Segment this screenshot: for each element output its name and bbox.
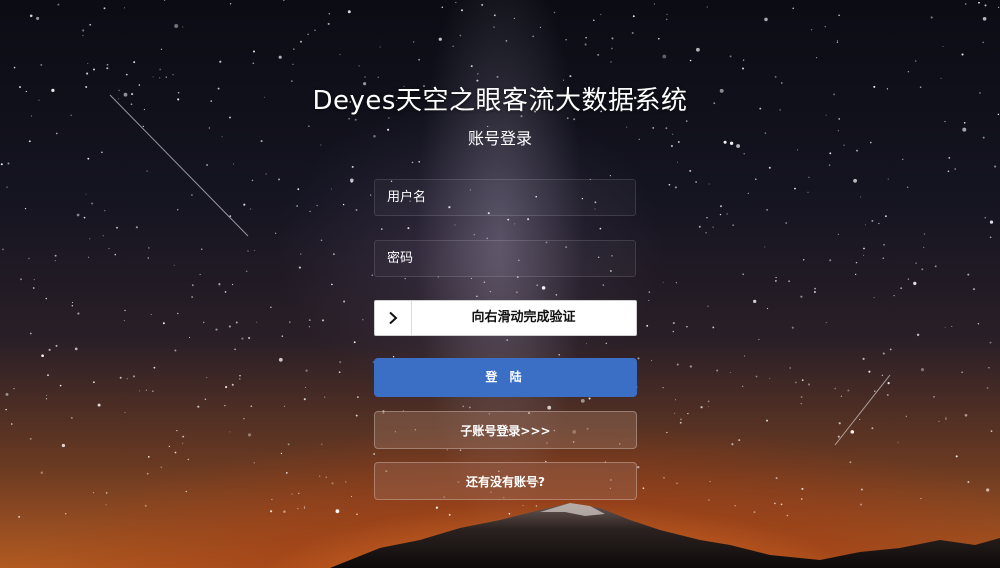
username-field[interactable] <box>374 179 636 216</box>
slider-handle[interactable] <box>375 301 412 335</box>
slider-label: 向右滑动完成验证 <box>471 310 576 325</box>
no-account-button[interactable]: 还有没有账号? <box>374 462 637 500</box>
login-page: Deyes天空之眼客流大数据系统 账号登录 向右滑动完成验证 登 陆 子账号登录… <box>0 0 1000 568</box>
username-input[interactable] <box>375 180 635 215</box>
password-input[interactable] <box>375 241 635 276</box>
slider-captcha[interactable]: 向右滑动完成验证 <box>374 300 637 336</box>
login-button[interactable]: 登 陆 <box>374 358 637 397</box>
chevron-right-icon <box>389 311 398 325</box>
password-field[interactable] <box>374 240 636 277</box>
page-title: Deyes天空之眼客流大数据系统 <box>312 86 688 116</box>
sub-account-login-button[interactable]: 子账号登录>>> <box>374 411 637 449</box>
login-subtitle: 账号登录 <box>467 129 532 148</box>
